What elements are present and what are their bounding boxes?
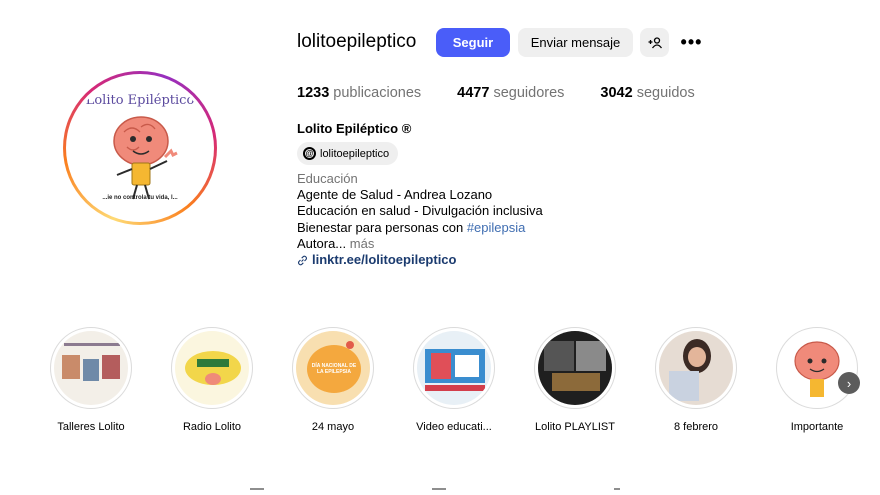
bio-line: Educación en salud - Divulgación inclusi… — [297, 203, 543, 219]
link-icon — [298, 255, 307, 265]
profile-avatar-frame: Lolito Epiléptico ...ie no controla tu v… — [66, 74, 214, 222]
posts-label: publicaciones — [333, 85, 422, 101]
suggest-users-button[interactable] — [640, 28, 669, 57]
threads-handle: lolitoepileptico — [320, 147, 390, 160]
highlight-ring — [413, 327, 495, 409]
bio-text: Bienestar para personas con — [297, 219, 467, 235]
hashtag-link[interactable]: #epilepsia — [467, 220, 526, 235]
highlight-thumbnail — [175, 331, 249, 405]
followers-stat[interactable]: 4477 seguidores — [457, 85, 564, 101]
grid-icon[interactable] — [250, 488, 264, 495]
highlight-item[interactable]: Radio Lolito — [162, 327, 262, 433]
highlight-label: Talleres Lolito — [57, 421, 125, 433]
profile-username: lolitoepileptico — [297, 31, 417, 52]
brain-mascot-icon — [794, 341, 840, 397]
profile-full-name: Lolito Epiléptico ® — [297, 121, 412, 136]
story-highlights: Talleres Lolito Radio Lolito DÍA NACIONA… — [0, 327, 880, 437]
send-message-button[interactable]: Enviar mensaje — [518, 28, 633, 57]
profile-avatar: Lolito Epiléptico ...ie no controla tu v… — [69, 77, 211, 219]
highlight-item[interactable]: 8 febrero — [646, 327, 746, 433]
highlight-label: Video educati... — [416, 421, 492, 433]
highlight-item[interactable]: Talleres Lolito — [41, 327, 141, 433]
bio-line: Autora... más — [297, 236, 543, 252]
bio-line: Agente de Salud - Andrea Lozano — [297, 187, 493, 203]
profile-stats: 1233 publicaciones 4477 seguidores 3042 … — [297, 85, 731, 101]
highlight-label: Lolito PLAYLIST — [535, 421, 615, 433]
link-text: linktr.ee/lolitoepileptico — [312, 252, 457, 268]
profile-tabs-cutoff — [0, 488, 880, 495]
highlight-label: Radio Lolito — [182, 421, 242, 433]
tagged-icon[interactable] — [614, 488, 620, 495]
next-highlights-button[interactable]: › — [838, 372, 860, 394]
bio-line: Bienestar para personas con #epilepsia — [297, 220, 543, 236]
profile-avatar-ring[interactable]: Lolito Epiléptico ...ie no controla tu v… — [63, 71, 217, 225]
highlight-ring — [776, 327, 858, 409]
highlight-inner-text: DÍA NACIONAL DE LA EPILEPSIA — [311, 363, 357, 375]
highlight-thumbnail — [659, 331, 733, 405]
highlight-label: 24 mayo — [311, 421, 355, 433]
highlight-item[interactable]: Video educati... — [404, 327, 504, 433]
threads-icon: @ — [303, 147, 316, 160]
highlight-thumbnail — [417, 331, 491, 405]
following-label: seguidos — [636, 85, 695, 101]
highlight-ring — [50, 327, 132, 409]
followers-label: seguidores — [493, 85, 565, 101]
highlight-ring: DÍA NACIONAL DE LA EPILEPSIA — [292, 327, 374, 409]
posts-count: 1233 — [297, 85, 330, 101]
highlight-label: Importante — [790, 421, 844, 433]
bio-text: Autora... — [297, 235, 347, 251]
highlight-ring — [171, 327, 253, 409]
highlight-ring — [655, 327, 737, 409]
highlight-thumbnail — [780, 331, 854, 405]
more-icon: ••• — [680, 32, 703, 52]
following-stat[interactable]: 3042 seguidos — [600, 85, 694, 101]
highlight-thumbnail — [538, 331, 612, 405]
highlight-item[interactable]: DÍA NACIONAL DE LA EPILEPSIA 24 mayo — [283, 327, 383, 433]
profile-bio: Educación Agente de Salud - Andrea Lozan… — [297, 171, 543, 268]
following-count: 3042 — [600, 85, 633, 101]
follow-button[interactable]: Seguir — [436, 28, 510, 57]
avatar-tagline: ...ie no controla tu vida, l... — [102, 195, 178, 201]
highlight-thumbnail — [54, 331, 128, 405]
highlight-thumbnail: DÍA NACIONAL DE LA EPILEPSIA — [296, 331, 370, 405]
highlight-item[interactable]: Lolito PLAYLIST — [525, 327, 625, 433]
add-user-icon — [648, 36, 662, 48]
posts-stat: 1233 publicaciones — [297, 85, 421, 101]
bio-external-link[interactable]: linktr.ee/lolitoepileptico — [297, 252, 543, 268]
reels-icon[interactable] — [432, 488, 446, 495]
followers-count: 4477 — [457, 85, 490, 101]
chevron-right-icon: › — [846, 375, 852, 391]
threads-badge[interactable]: @ lolitoepileptico — [297, 142, 399, 165]
more-link[interactable]: más — [350, 236, 375, 251]
more-options-button[interactable]: ••• — [677, 28, 706, 57]
bio-category: Educación — [297, 171, 358, 186]
highlight-label: 8 febrero — [673, 421, 719, 433]
highlight-ring — [534, 327, 616, 409]
